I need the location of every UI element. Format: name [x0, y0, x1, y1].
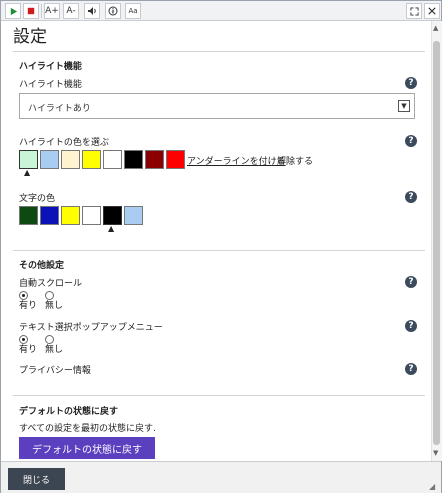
stop-icon	[27, 7, 35, 15]
volume-icon	[88, 7, 96, 15]
close-icon	[428, 7, 436, 15]
reset-defaults-button[interactable]: デフォルトの状態に戻す	[19, 437, 155, 459]
font-increase-button[interactable]: A+	[44, 3, 60, 19]
footer-bar: 閉じる	[1, 461, 441, 493]
privacy-label[interactable]: プライバシー情報	[19, 363, 91, 376]
ad-button[interactable]: Aa	[125, 3, 141, 19]
autoscroll-label: 自動スクロール	[19, 279, 83, 289]
underline-link[interactable]: アンダーラインを付ける	[187, 154, 286, 167]
divider	[13, 250, 425, 251]
divider	[13, 51, 425, 52]
help-icon[interactable]: ?	[405, 77, 417, 89]
highlight-color-swatch-4[interactable]	[82, 150, 101, 169]
text-color-swatch-1[interactable]	[19, 206, 38, 225]
divider	[13, 395, 425, 396]
expand-icon	[409, 6, 419, 16]
info-button[interactable]	[105, 3, 121, 19]
expand-button[interactable]	[406, 3, 422, 19]
help-icon[interactable]: ?	[405, 135, 417, 147]
highlight-label: ハイライト機能	[19, 80, 82, 90]
font-decrease-button[interactable]: A-	[63, 3, 79, 19]
highlight-select[interactable]: ハイライトあり ▼	[19, 93, 415, 119]
settings-window: A+ A- Aa ▲ ▼ 設定 ハイライト機能 ハイライト機能 ? ハイライトあ…	[0, 0, 442, 493]
highlight-color-swatch-1[interactable]	[19, 150, 38, 169]
autoscroll-no-label: 無し	[45, 301, 64, 311]
toolbar: A+ A- Aa	[1, 1, 441, 21]
highlight-color-swatch-2[interactable]	[40, 150, 59, 169]
reset-section-heading: デフォルトの状態に戻す	[19, 407, 119, 417]
selected-caret-icon: ▲	[108, 224, 115, 233]
highlight-color-swatch-8[interactable]	[166, 150, 185, 169]
resize-handle-icon[interactable]: ◢	[429, 482, 435, 491]
page-title: 設定	[13, 27, 47, 47]
highlight-section-heading: ハイライト機能	[19, 62, 82, 72]
stop-button[interactable]	[23, 3, 39, 19]
reset-description: すべての設定を最初の状態に戻す.	[19, 424, 156, 434]
scroll-up-icon[interactable]: ▲	[433, 24, 438, 32]
popup-menu-label: テキスト選択ポップアップメニュー	[19, 323, 163, 333]
highlight-color-swatch-3[interactable]	[61, 150, 80, 169]
play-icon	[10, 7, 17, 15]
text-color-swatch-3[interactable]	[61, 206, 80, 225]
close-window-button[interactable]	[424, 3, 440, 19]
autoscroll-yes-label: 有り	[19, 301, 38, 311]
text-color-swatch-5[interactable]	[103, 206, 122, 225]
scrollbar-thumb[interactable]	[433, 41, 440, 445]
highlight-select-value: ハイライトあり	[28, 104, 91, 114]
highlight-color-swatch-7[interactable]	[145, 150, 164, 169]
popup-yes-label: 有り	[19, 345, 38, 355]
help-icon[interactable]: ?	[405, 320, 417, 332]
text-color-label: 文字の色	[19, 194, 56, 204]
other-section-heading: その他設定	[19, 261, 65, 271]
play-button[interactable]	[5, 3, 21, 19]
text-color-swatch-4[interactable]	[82, 206, 101, 225]
info-icon	[108, 6, 118, 16]
toolbar-divider	[41, 4, 42, 18]
help-icon[interactable]: ?	[405, 363, 417, 375]
text-color-swatch-6[interactable]	[124, 206, 143, 225]
highlight-color-label: ハイライトの色を選ぶ	[19, 138, 109, 148]
ad-label: Aa	[128, 7, 138, 15]
help-icon[interactable]: ?	[405, 191, 417, 203]
selected-caret-icon: ▲	[24, 168, 31, 177]
remove-highlight-link[interactable]: 解除する	[277, 154, 313, 167]
font-decrease-label: A-	[66, 6, 76, 16]
help-icon[interactable]: ?	[405, 276, 417, 288]
text-color-swatch-2[interactable]	[40, 206, 59, 225]
highlight-color-swatch-5[interactable]	[103, 150, 122, 169]
scroll-down-icon[interactable]: ▼	[433, 449, 438, 457]
chevron-down-icon: ▼	[398, 100, 410, 112]
volume-button[interactable]	[84, 3, 100, 19]
popup-no-label: 無し	[45, 345, 64, 355]
close-button[interactable]: 閉じる	[8, 468, 65, 490]
highlight-color-swatch-6[interactable]	[124, 150, 143, 169]
font-increase-label: A+	[45, 6, 59, 16]
